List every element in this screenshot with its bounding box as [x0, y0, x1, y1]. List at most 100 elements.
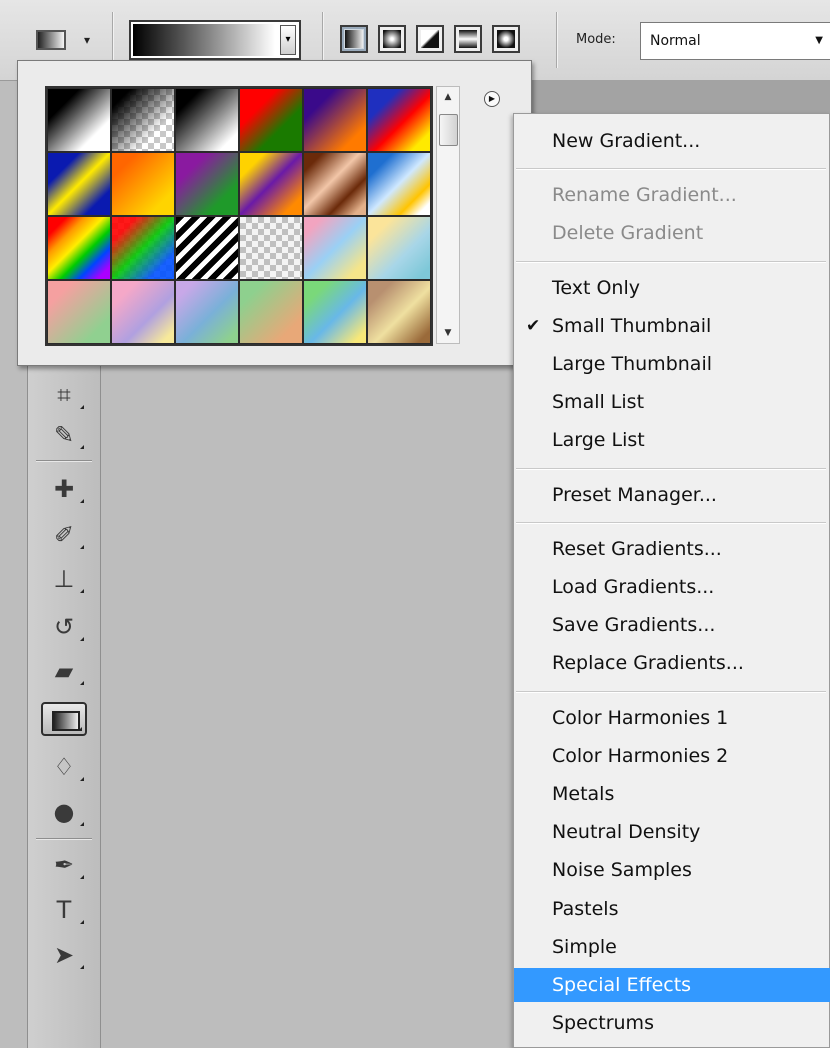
gradient-preset-swatch[interactable] — [175, 280, 239, 344]
menu-item-neutral-density[interactable]: Neutral Density — [514, 815, 830, 849]
separator — [556, 12, 558, 68]
menu-item-color-harmonies-1[interactable]: Color Harmonies 1 — [514, 701, 830, 735]
menu-item-small-list[interactable]: Small List — [514, 385, 830, 419]
gradient-preset-swatch[interactable] — [47, 88, 111, 152]
menu-item-label: Load Gradients... — [552, 576, 715, 598]
menu-item-label: Pastels — [552, 897, 619, 920]
menu-item-spectrums[interactable]: Spectrums — [514, 1006, 830, 1040]
blend-mode-select[interactable]: Normal ▼ — [640, 22, 830, 60]
gradient-picker-panel: ▲ ▼ ▶ — [17, 60, 532, 366]
linear-gradient-icon[interactable] — [340, 25, 368, 53]
gradient-preset-swatch[interactable] — [111, 216, 175, 280]
tool-preset-picker-icon[interactable] — [36, 30, 66, 50]
menu-separator — [516, 467, 826, 470]
menu-item-noise-samples[interactable]: Noise Samples — [514, 853, 830, 887]
gradient-preset-swatch[interactable] — [367, 88, 431, 152]
diamond-gradient-icon[interactable] — [492, 25, 520, 53]
menu-item-label: Neutral Density — [552, 821, 701, 844]
menu-item-label: Preset Manager... — [552, 483, 717, 506]
eyedropper-tool-icon[interactable]: ✎ — [41, 418, 87, 452]
menu-item-label: Rename Gradient... — [552, 184, 737, 207]
menu-item-preset-manager[interactable]: Preset Manager... — [514, 478, 830, 512]
pen-tool-icon[interactable]: ✒ — [41, 848, 87, 882]
reflected-gradient-fill — [459, 30, 477, 48]
scroll-down-icon[interactable]: ▼ — [437, 323, 459, 343]
menu-item-load-gradients[interactable]: Load Gradients... — [514, 570, 830, 604]
preset-scrollbar[interactable]: ▲ ▼ — [436, 86, 460, 344]
current-gradient-swatch[interactable] — [133, 24, 275, 56]
menu-item-pastels[interactable]: Pastels — [514, 892, 830, 926]
gradient-preset-swatch[interactable] — [47, 216, 111, 280]
menu-item-label: Delete Gradient — [552, 222, 704, 245]
gradient-preset-swatch[interactable] — [239, 280, 303, 344]
gradient-picker-dropdown-icon[interactable]: ▾ — [280, 25, 296, 55]
gradient-preset-swatch[interactable] — [175, 216, 239, 280]
menu-item-label: Metals — [552, 783, 615, 805]
gradient-preset-swatch[interactable] — [239, 152, 303, 216]
blur-tool-icon[interactable]: ♢ — [41, 750, 87, 784]
gradient-preset-swatch[interactable] — [367, 152, 431, 216]
menu-item-save-gradients[interactable]: Save Gradients... — [514, 608, 830, 642]
menu-item-label: Color Harmonies 1 — [552, 706, 729, 729]
tool-separator — [36, 838, 92, 840]
menu-item-small-thumbnail[interactable]: ✔ Small Thumbnail — [514, 309, 830, 343]
gradient-preset-swatch[interactable] — [239, 216, 303, 280]
gradient-preset-swatch[interactable] — [47, 280, 111, 344]
menu-item-text-only[interactable]: Text Only — [514, 271, 830, 305]
gradient-preset-swatch[interactable] — [367, 216, 431, 280]
menu-item-replace-gradients[interactable]: Replace Gradients... — [514, 646, 830, 680]
gradient-preset-swatch[interactable] — [47, 152, 111, 216]
gradient-preset-swatch[interactable] — [111, 152, 175, 216]
panel-menu-button[interactable]: ▶ — [484, 91, 500, 107]
menu-item-metals[interactable]: Metals — [514, 777, 830, 811]
eraser-tool-icon[interactable]: ▰ — [41, 654, 87, 688]
menu-separator — [516, 168, 826, 171]
menu-item-label: Reset Gradients... — [552, 537, 722, 560]
gradient-preset-swatch[interactable] — [367, 280, 431, 344]
angle-gradient-icon[interactable] — [416, 25, 444, 53]
gradient-tool-icon[interactable] — [41, 702, 87, 736]
menu-separator — [516, 521, 826, 524]
healing-brush-tool-icon[interactable]: ✚ — [41, 472, 87, 506]
gradient-preset-swatch[interactable] — [303, 216, 367, 280]
gradient-preset-swatch[interactable] — [303, 280, 367, 344]
gradient-preset-swatch[interactable] — [111, 88, 175, 152]
gradient-preset-grid — [45, 86, 433, 346]
type-tool-icon[interactable]: T — [41, 893, 87, 927]
checkmark-icon: ✔ — [526, 315, 541, 336]
tool-preset-dropdown-icon[interactable]: ▾ — [84, 33, 90, 47]
gradient-preset-swatch[interactable] — [111, 280, 175, 344]
scrollbar-thumb[interactable] — [439, 114, 458, 146]
menu-item-large-list[interactable]: Large List — [514, 423, 830, 457]
dodge-tool-icon[interactable]: ● — [41, 795, 87, 829]
menu-item-special-effects[interactable]: Special Effects — [514, 968, 830, 1002]
brush-tool-icon[interactable]: ✐ — [41, 518, 87, 552]
mode-label: Mode: — [576, 32, 616, 47]
gradient-preset-swatch[interactable] — [239, 88, 303, 152]
radial-gradient-icon[interactable] — [378, 25, 406, 53]
menu-item-new-gradient[interactable]: New Gradient... — [514, 124, 830, 158]
menu-item-label: Simple — [552, 935, 617, 958]
menu-item-rename-gradient: Rename Gradient... — [514, 178, 830, 212]
menu-item-reset-gradients[interactable]: Reset Gradients... — [514, 532, 830, 566]
path-selection-tool-icon[interactable]: ➤ — [41, 938, 87, 972]
menu-item-label: Text Only — [552, 276, 640, 299]
menu-item-label: Replace Gradients... — [552, 652, 744, 675]
menu-item-label: Large List — [552, 429, 645, 452]
reflected-gradient-icon[interactable] — [454, 25, 482, 53]
crop-tool-icon[interactable]: ⌗ — [41, 378, 87, 412]
clone-stamp-tool-icon[interactable]: ⊥ — [41, 562, 87, 596]
gradient-preset-swatch[interactable] — [303, 88, 367, 152]
menu-item-large-thumbnail[interactable]: Large Thumbnail — [514, 347, 830, 381]
gradient-preset-swatch[interactable] — [175, 88, 239, 152]
chevron-down-icon: ▼ — [815, 35, 823, 46]
history-brush-tool-icon[interactable]: ↺ — [41, 610, 87, 644]
gradient-preset-swatch[interactable] — [175, 152, 239, 216]
menu-item-simple[interactable]: Simple — [514, 930, 830, 964]
menu-item-delete-gradient: Delete Gradient — [514, 216, 830, 250]
menu-item-color-harmonies-2[interactable]: Color Harmonies 2 — [514, 739, 830, 773]
menu-item-label: Noise Samples — [552, 859, 692, 882]
gradient-picker[interactable]: ▾ — [129, 20, 301, 60]
scroll-up-icon[interactable]: ▲ — [437, 87, 459, 107]
gradient-preset-swatch[interactable] — [303, 152, 367, 216]
